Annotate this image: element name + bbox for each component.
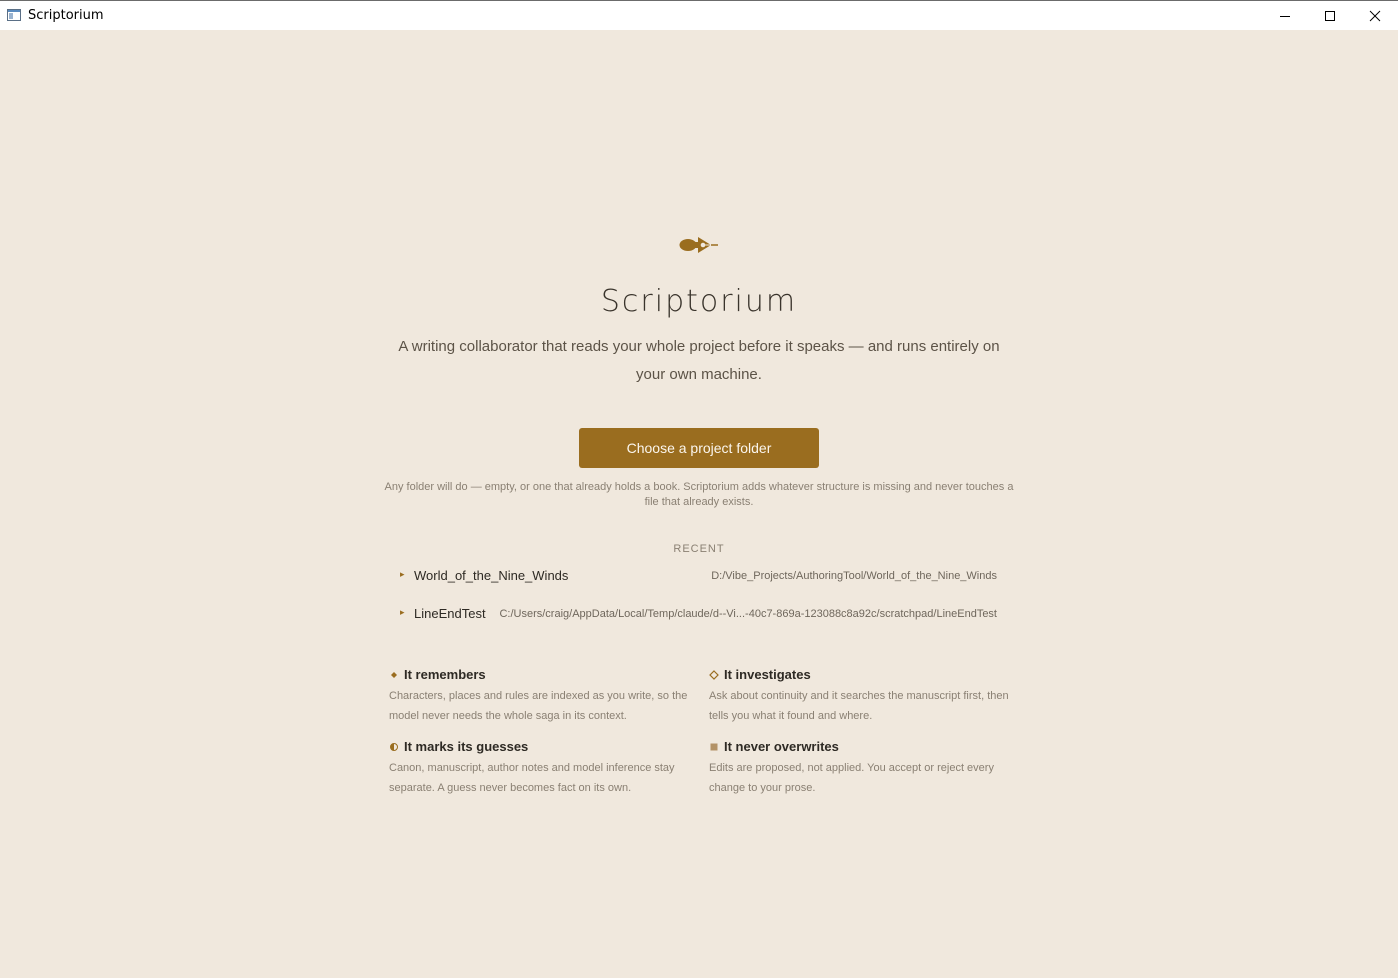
close-button[interactable] (1352, 1, 1398, 31)
recent-project-name: LineEndTest (414, 606, 486, 621)
feature-description: Edits are proposed, not applied. You acc… (709, 762, 994, 794)
recent-project-path: D:/Vibe_Projects/AuthoringTool/World_of_… (711, 570, 997, 582)
feature-it-never-overwrites: It never overwrites Edits are proposed, … (709, 738, 1009, 798)
welcome-screen: Scriptorium A writing collaborator that … (0, 30, 1398, 978)
feature-it-marks-its-guesses: It marks its guesses Canon, manuscript, … (389, 738, 689, 798)
window-title: Scriptorium (28, 8, 104, 23)
maximize-button[interactable] (1307, 1, 1353, 31)
recent-project-path: C:/Users/craig/AppData/Local/Temp/claude… (499, 608, 997, 620)
minimize-icon (1280, 16, 1290, 17)
square-icon (710, 743, 718, 751)
feature-description: Ask about continuity and it searches the… (709, 690, 1009, 722)
diamond-outline-icon (709, 670, 719, 680)
feature-it-investigates: It investigates Ask about continuity and… (709, 666, 1009, 726)
choose-project-folder-button[interactable]: Choose a project folder (579, 428, 819, 468)
maximize-icon (1325, 11, 1335, 21)
feature-description: Canon, manuscript, author notes and mode… (389, 762, 675, 794)
close-icon (1369, 10, 1381, 22)
feature-title: It never overwrites (724, 739, 839, 754)
feature-title: It remembers (404, 667, 486, 682)
triangle-bullet-icon: ▸ (400, 607, 405, 617)
half-circle-icon (390, 743, 398, 751)
app-title: Scriptorium (600, 284, 798, 319)
app-tagline: A writing collaborator that reads your w… (398, 338, 1000, 383)
recent-heading: RECENT (673, 543, 725, 555)
feature-title: It marks its guesses (404, 739, 529, 754)
title-bar: Scriptorium (0, 0, 1398, 30)
folder-hint: Any folder will do — empty, or one that … (384, 481, 1014, 508)
recent-project-name: World_of_the_Nine_Winds (414, 568, 569, 583)
triangle-bullet-icon: ▸ (400, 569, 405, 579)
recent-project-item[interactable]: ▸ World_of_the_Nine_Winds D:/Vibe_Projec… (398, 566, 1000, 590)
app-window-icon (7, 9, 21, 21)
quill-pen-icon (679, 237, 718, 253)
recent-project-item[interactable]: ▸ LineEndTest C:/Users/craig/AppData/Loc… (398, 604, 1000, 628)
feature-title: It investigates (724, 667, 811, 682)
feature-it-remembers: It remembers Characters, places and rule… (389, 666, 689, 726)
minimize-button[interactable] (1262, 1, 1308, 31)
feature-description: Characters, places and rules are indexed… (389, 690, 688, 722)
app-window: Scriptorium Scriptorium A writing collab… (0, 0, 1398, 978)
diamond-filled-icon (391, 672, 397, 678)
